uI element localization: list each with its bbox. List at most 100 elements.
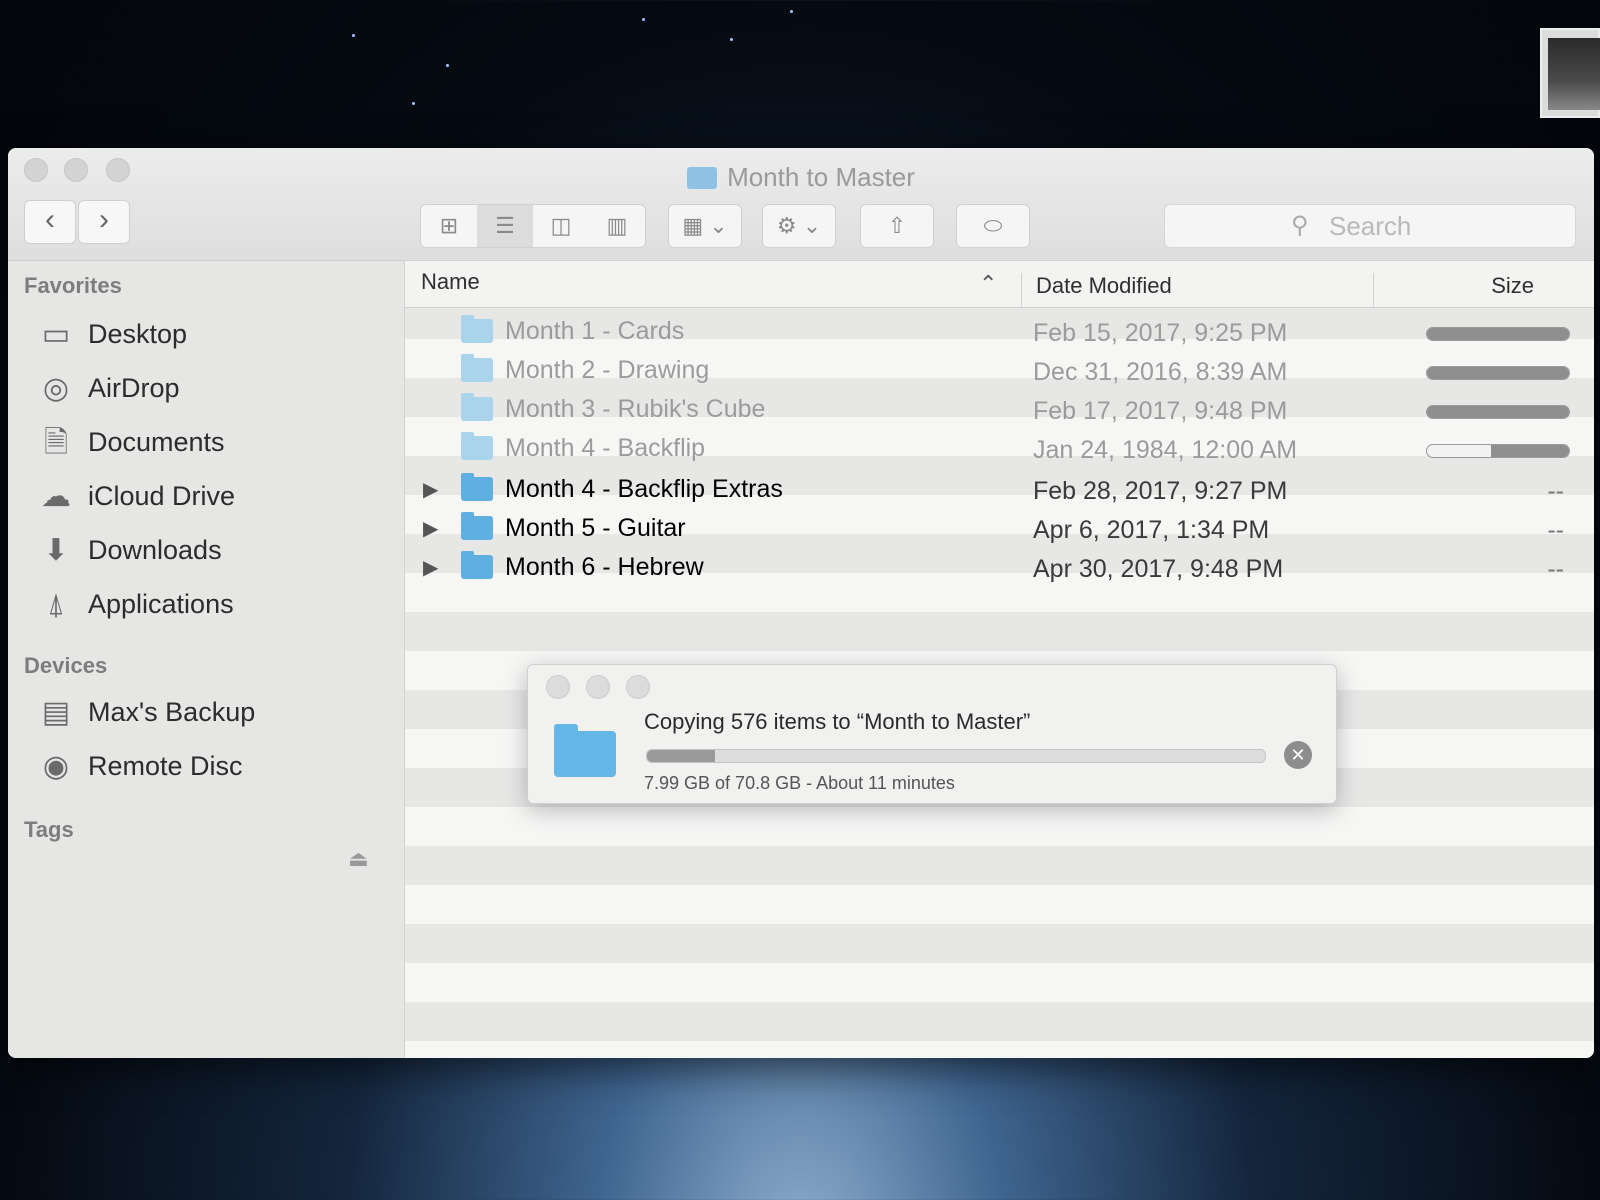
row-date: Feb 28, 2017, 9:27 PM	[1033, 477, 1288, 505]
list-view-button[interactable]: ☰	[477, 205, 533, 247]
table-row[interactable]: Month 2 - Drawing Dec 31, 2016, 8:39 AM	[405, 352, 1594, 391]
window-title-text: Month to Master	[727, 162, 915, 192]
view-mode-group: ⊞ ☰ ◫ ▥	[420, 204, 646, 248]
arrange-menu: ▦ ⌄	[669, 205, 741, 247]
sidebar-item-label: Desktop	[88, 319, 188, 349]
table-row[interactable]: Month 3 - Rubik's Cube Feb 17, 2017, 9:4…	[405, 391, 1594, 430]
row-name: Month 2 - Drawing	[505, 356, 710, 384]
devices-header: Devices	[24, 653, 108, 678]
forward-button[interactable]: ›	[78, 200, 130, 244]
row-size: --	[1547, 477, 1564, 505]
arrange-button[interactable]: ▦ ⌄	[668, 204, 742, 248]
table-row[interactable]: ▶ Month 6 - Hebrew Apr 30, 2017, 9:48 PM…	[405, 549, 1594, 588]
copy-progress-dialog: Copying 576 items to “Month to Master” 7…	[527, 664, 1337, 804]
screenshot-thumbnail[interactable]	[1540, 28, 1600, 118]
copy-progress-fill	[1427, 328, 1569, 340]
disk-icon: ▤	[41, 696, 71, 729]
list-header: Name ⌃ Date Modified Size	[405, 261, 1594, 308]
copy-progress-bar	[1426, 366, 1570, 380]
file-list: Name ⌃ Date Modified Size Month 1 - Card…	[405, 261, 1594, 1058]
sidebar: Favorites ▭ Desktop ◎ AirDrop 🗎 Document…	[8, 261, 405, 1058]
row-size: --	[1547, 555, 1564, 583]
copy-title: Copying 576 items to “Month to Master”	[644, 709, 1031, 734]
sidebar-item-label: Max's Backup	[88, 697, 256, 727]
airdrop-icon: ◎	[42, 372, 70, 405]
star	[352, 34, 355, 37]
tag-button[interactable]: ⬭	[956, 204, 1030, 248]
chevron-right-icon: ›	[99, 203, 109, 236]
copy-progress-bar	[646, 749, 1266, 763]
search-icon: ⚲	[1291, 212, 1309, 239]
folder-icon	[461, 551, 493, 579]
cover-flow-icon: ▥	[606, 213, 628, 238]
dialog-zoom-button[interactable]	[626, 675, 650, 699]
row-date: Dec 31, 2016, 8:39 AM	[1033, 358, 1288, 386]
table-row[interactable]: ▶ Month 4 - Backflip Extras Feb 28, 2017…	[405, 471, 1594, 510]
action-button[interactable]: ⚙ ⌄	[762, 204, 836, 248]
titlebar: Month to Master ‹ › ⊞ ☰ ◫ ▥ ▦ ⌄ ⚙ ⌄ ⇧ ⬭ …	[8, 148, 1594, 261]
column-header-size[interactable]: Size	[1373, 273, 1534, 307]
row-date: Feb 15, 2017, 9:25 PM	[1033, 319, 1288, 347]
row-date: Apr 6, 2017, 1:34 PM	[1033, 516, 1270, 544]
search-field[interactable]: ⚲ Search	[1164, 204, 1576, 248]
tag-icon: ⬭	[983, 213, 1003, 238]
search-placeholder: Search	[1329, 211, 1412, 241]
folder-icon	[461, 354, 493, 382]
cancel-copy-button[interactable]: ✕	[1284, 741, 1312, 769]
row-name: Month 6 - Hebrew	[505, 553, 704, 581]
copy-progress-fill	[1427, 367, 1569, 379]
copy-progress-bar	[1426, 405, 1570, 419]
folder-icon	[461, 512, 493, 540]
folder-icon	[461, 432, 493, 460]
eject-icon[interactable]: ⏏	[348, 846, 369, 872]
table-row[interactable]: ▶ Month 5 - Guitar Apr 6, 2017, 1:34 PM …	[405, 510, 1594, 549]
sidebar-item-label: Remote Disc	[88, 751, 243, 781]
row-name: Month 4 - Backflip Extras	[505, 475, 783, 503]
documents-icon: 🗎	[43, 426, 69, 459]
dialog-close-button[interactable]	[546, 675, 570, 699]
column-header-name[interactable]: Name	[421, 269, 480, 295]
finder-window: Month to Master ‹ › ⊞ ☰ ◫ ▥ ▦ ⌄ ⚙ ⌄ ⇧ ⬭ …	[8, 148, 1594, 1058]
grid-icon: ⊞	[439, 213, 459, 238]
copy-progress-bar	[1426, 444, 1570, 458]
window-title: Month to Master	[8, 162, 1594, 193]
sidebar-item-label: Documents	[88, 427, 225, 457]
share-icon-wrap: ⇧	[861, 205, 933, 247]
disclosure-triangle-icon[interactable]: ▶	[423, 555, 438, 580]
star	[446, 64, 449, 67]
columns-icon: ◫	[550, 213, 572, 238]
sidebar-item-label: AirDrop	[88, 373, 180, 403]
back-button[interactable]: ‹	[24, 200, 76, 244]
dialog-minimize-button[interactable]	[586, 675, 610, 699]
folder-icon	[461, 473, 493, 501]
copy-progress-fill	[1490, 445, 1569, 457]
row-name: Month 4 - Backflip	[505, 434, 706, 462]
disclosure-triangle-icon[interactable]: ▶	[423, 477, 438, 502]
cover-flow-button[interactable]: ▥	[589, 205, 645, 247]
sidebar-item-label: Applications	[88, 589, 234, 619]
close-icon: ✕	[1290, 745, 1306, 765]
share-button[interactable]: ⇧	[860, 204, 934, 248]
star	[730, 38, 733, 41]
gear-icon: ⚙ ⌄	[776, 213, 822, 238]
star	[642, 18, 645, 21]
disclosure-triangle-icon[interactable]: ▶	[423, 516, 438, 541]
row-date: Apr 30, 2017, 9:48 PM	[1033, 555, 1284, 583]
copy-progress-fill	[647, 750, 715, 762]
column-header-date[interactable]: Date Modified	[1021, 273, 1172, 307]
favorites-header: Favorites	[24, 273, 122, 298]
copy-progress-bar	[1426, 327, 1570, 341]
table-row[interactable]: Month 4 - Backflip Jan 24, 1984, 12:00 A…	[405, 430, 1594, 469]
table-row[interactable]: Month 1 - Cards Feb 15, 2017, 9:25 PM	[405, 313, 1594, 352]
copy-progress-fill	[1427, 406, 1569, 418]
download-icon: ⬇	[43, 534, 69, 567]
row-date: Feb 17, 2017, 9:48 PM	[1033, 397, 1288, 425]
copy-status: 7.99 GB of 70.8 GB - About 11 minutes	[644, 773, 955, 793]
column-view-button[interactable]: ◫	[533, 205, 589, 247]
optical-disc-icon: ◉	[42, 750, 70, 783]
tag-icon-wrap: ⬭	[957, 205, 1029, 247]
icon-view-button[interactable]: ⊞	[421, 205, 477, 247]
tags-header: Tags	[24, 817, 74, 842]
row-name: Month 3 - Rubik's Cube	[505, 395, 766, 423]
chevron-left-icon: ‹	[45, 203, 55, 236]
